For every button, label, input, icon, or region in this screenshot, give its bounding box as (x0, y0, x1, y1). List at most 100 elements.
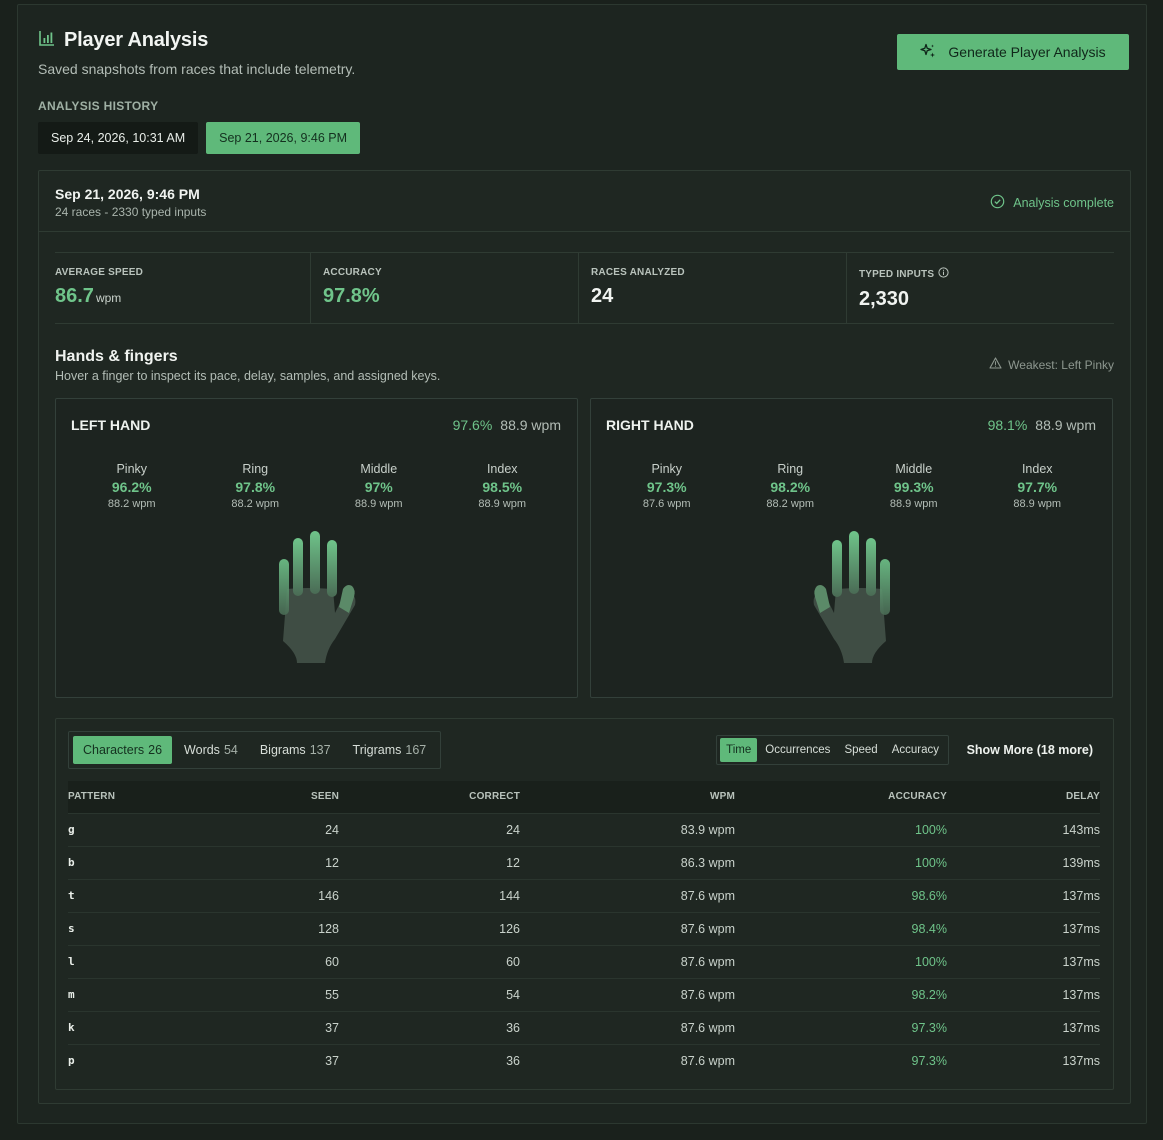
finger-stats: Pinky 96.2% 88.2 wpm Ring 97.8% 88.2 wpm… (70, 462, 564, 510)
table-row[interactable]: b 12 12 86.3 wpm 100% 139ms (68, 845, 1100, 879)
stat-unit: wpm (95, 291, 122, 305)
tab-words[interactable]: Words 54 (174, 736, 248, 764)
finger-wpm: 88.2 wpm (107, 498, 156, 510)
stat-value: 86.7 (55, 285, 94, 307)
weakest-finger-text: Weakest: Left Pinky (1008, 357, 1114, 372)
cell-wpm: 87.6 wpm (520, 977, 735, 1011)
hands-fingers-title: Hands & fingers (55, 348, 178, 365)
cell-pattern: l (68, 944, 148, 978)
finger-right-index[interactable]: Index 97.7% 88.9 wpm (976, 462, 1100, 510)
cell-wpm: 83.9 wpm (520, 812, 735, 846)
cell-accuracy: 97.3% (735, 1010, 947, 1044)
cell-seen: 146 (148, 878, 339, 912)
finger-left-middle[interactable]: Middle 97% 88.9 wpm (317, 462, 441, 510)
column-header-seen[interactable]: SEEN (148, 781, 339, 813)
cell-correct: 36 (339, 1043, 520, 1077)
cell-correct: 36 (339, 1010, 520, 1044)
history-tab-sep-24[interactable]: Sep 24, 2026, 10:31 AM (38, 122, 199, 154)
cell-pattern: m (68, 977, 148, 1011)
page-subtitle: Saved snapshots from races that include … (38, 61, 356, 77)
column-header-accuracy[interactable]: ACCURACY (735, 781, 947, 813)
stat-value: 97.8% (323, 285, 380, 307)
table-row[interactable]: l 60 60 87.6 wpm 100% 137ms (68, 944, 1100, 978)
column-header-delay[interactable]: DELAY (947, 781, 1100, 813)
finger-accuracy: 99.3% (893, 479, 934, 495)
table-row[interactable]: s 128 126 87.6 wpm 98.4% 137ms (68, 911, 1100, 945)
analysis-status: Analysis complete (990, 194, 1114, 212)
hands-fingers-subtitle: Hover a finger to inspect its pace, dela… (55, 369, 441, 383)
finger-name: Pinky (116, 462, 148, 476)
hand-stats: 97.6% 88.9 wpm (453, 417, 561, 433)
cell-correct: 54 (339, 977, 520, 1011)
hand-name: RIGHT HAND (606, 417, 694, 433)
table-row[interactable]: t 146 144 87.6 wpm 98.6% 137ms (68, 878, 1100, 912)
cell-pattern: s (68, 911, 148, 945)
cell-correct: 60 (339, 944, 520, 978)
column-header-correct[interactable]: CORRECT (339, 781, 520, 813)
finger-accuracy: 97.3% (646, 479, 687, 495)
left-hand-card: LEFT HAND 97.6% 88.9 wpm Pinky 96.2% 88.… (55, 398, 578, 698)
finger-wpm: 87.6 wpm (642, 498, 691, 510)
column-header-wpm[interactable]: WPM (520, 781, 735, 813)
stat-races-analyzed: RACES ANALYZED 24 (579, 253, 847, 323)
finger-wpm: 88.9 wpm (478, 498, 527, 510)
sort-speed[interactable]: Speed (838, 738, 883, 762)
stat-typed-inputs: TYPED INPUTS 2,330 (847, 253, 1114, 323)
sort-time[interactable]: Time (720, 738, 758, 762)
hand-stats: 98.1% 88.9 wpm (988, 417, 1096, 433)
table-row[interactable]: g 24 24 83.9 wpm 100% 143ms (68, 812, 1100, 846)
info-icon[interactable] (938, 267, 949, 281)
finger-right-middle[interactable]: Middle 99.3% 88.9 wpm (852, 462, 976, 510)
cell-pattern: g (68, 812, 148, 846)
cell-wpm: 86.3 wpm (520, 845, 735, 879)
cell-seen: 128 (148, 911, 339, 945)
sort-occurrences[interactable]: Occurrences (759, 738, 836, 762)
finger-left-ring[interactable]: Ring 97.8% 88.2 wpm (194, 462, 318, 510)
cell-accuracy: 100% (735, 944, 947, 978)
cell-accuracy: 98.2% (735, 977, 947, 1011)
finger-left-index[interactable]: Index 98.5% 88.9 wpm (441, 462, 565, 510)
sort-accuracy[interactable]: Accuracy (886, 738, 945, 762)
cell-seen: 37 (148, 1043, 339, 1077)
stat-value: 2,330 (859, 288, 910, 310)
cell-accuracy: 98.6% (735, 878, 947, 912)
tab-label: Trigrams (352, 743, 402, 757)
hand-name: LEFT HAND (71, 417, 151, 433)
finger-left-pinky[interactable]: Pinky 96.2% 88.2 wpm (70, 462, 194, 510)
cell-seen: 24 (148, 812, 339, 846)
stat-value-wrap: 86.7 wpm (55, 285, 310, 308)
show-more-button[interactable]: Show More (18 more) (967, 743, 1093, 757)
generate-analysis-button[interactable]: Generate Player Analysis (897, 34, 1129, 70)
stats-row: AVERAGE SPEED 86.7 wpm ACCURACY 97.8% RAC… (55, 252, 1114, 324)
table-row[interactable]: m 55 54 87.6 wpm 98.2% 137ms (68, 977, 1100, 1011)
tab-count: 26 (148, 743, 163, 757)
warning-icon (989, 357, 1002, 372)
right-hand-card: RIGHT HAND 98.1% 88.9 wpm Pinky 97.3% 87… (590, 398, 1113, 698)
stat-accuracy: ACCURACY 97.8% (311, 253, 579, 323)
cell-delay: 137ms (947, 977, 1100, 1011)
table-row[interactable]: k 37 36 87.6 wpm 97.3% 137ms (68, 1010, 1100, 1044)
cell-wpm: 87.6 wpm (520, 878, 735, 912)
tab-trigrams[interactable]: Trigrams 167 (343, 736, 437, 764)
cell-accuracy: 100% (735, 845, 947, 879)
column-header-pattern[interactable]: PATTERN (68, 781, 148, 813)
tab-bigrams[interactable]: Bigrams 137 (250, 736, 341, 764)
cell-seen: 60 (148, 944, 339, 978)
hand-wpm: 88.9 wpm (1035, 417, 1096, 433)
hand-wpm: 88.9 wpm (500, 417, 561, 433)
finger-name: Ring (777, 462, 804, 476)
history-tab-sep-21[interactable]: Sep 21, 2026, 9:46 PM (206, 122, 361, 154)
cell-accuracy: 100% (735, 812, 947, 846)
sort-options: Time Occurrences Speed Accuracy (716, 735, 949, 765)
cell-delay: 137ms (947, 1043, 1100, 1077)
stat-average-speed: AVERAGE SPEED 86.7 wpm (55, 253, 311, 323)
cell-pattern: p (68, 1043, 148, 1077)
table-header-row: PATTERN SEEN CORRECT WPM ACCURACY DELAY (68, 781, 1100, 813)
finger-right-pinky[interactable]: Pinky 97.3% 87.6 wpm (605, 462, 729, 510)
snapshot-panel: Sep 21, 2026, 9:46 PM 24 races - 2330 ty… (38, 170, 1131, 1104)
table-row[interactable]: p 37 36 87.6 wpm 97.3% 137ms (68, 1043, 1100, 1077)
finger-right-ring[interactable]: Ring 98.2% 88.2 wpm (729, 462, 853, 510)
cell-accuracy: 98.4% (735, 911, 947, 945)
tab-characters[interactable]: Characters 26 (73, 736, 173, 764)
stat-label: ACCURACY (323, 267, 382, 278)
